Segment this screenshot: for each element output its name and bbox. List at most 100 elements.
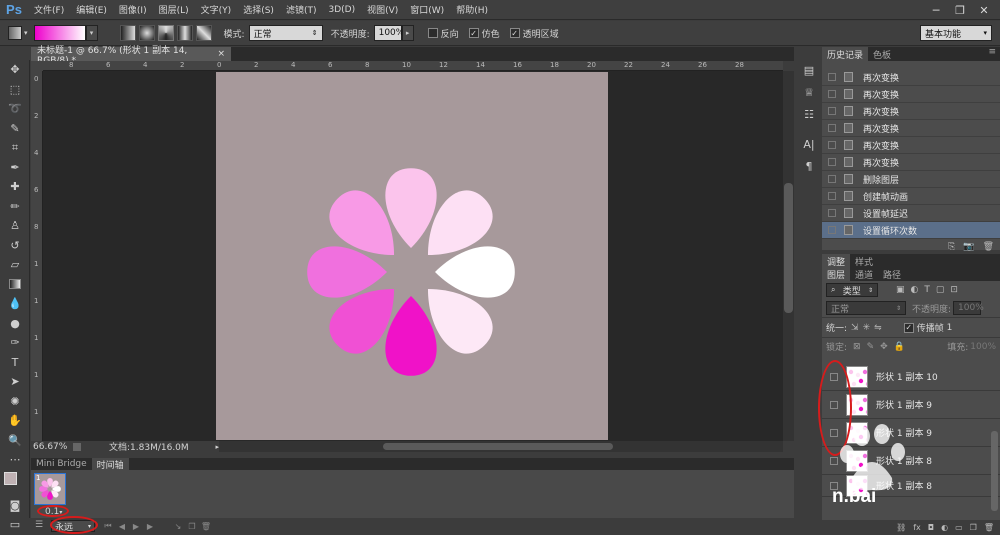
fill-value[interactable]: 100%: [970, 342, 996, 352]
next-frame-icon[interactable]: ▶: [143, 522, 157, 531]
menu-layer[interactable]: 图层(L): [153, 3, 195, 16]
reverse-checkbox[interactable]: 反向: [427, 27, 459, 40]
gradient-editor-swatch[interactable]: [33, 25, 86, 41]
blend-mode-select[interactable]: 正常 ⇕: [826, 301, 906, 315]
adjustment-filter-icon[interactable]: ◐: [911, 285, 919, 295]
history-item[interactable]: 再次变换: [822, 86, 1000, 103]
snapshot-camera-icon[interactable]: 📷: [963, 242, 974, 252]
play-icon[interactable]: ▶: [129, 522, 143, 531]
menu-image[interactable]: 图像(I): [113, 3, 153, 16]
restore-icon[interactable]: ❐: [948, 0, 972, 20]
menu-edit[interactable]: 编辑(E): [70, 3, 113, 16]
menu-3d[interactable]: 3D(D): [322, 5, 361, 15]
dither-checkbox[interactable]: ✓ 仿色: [468, 27, 500, 40]
history-item[interactable]: 设置帧延迟: [822, 205, 1000, 222]
tab-paths[interactable]: 路径: [878, 267, 906, 281]
menu-type[interactable]: 文字(Y): [195, 3, 238, 16]
horizontal-scroll-thumb[interactable]: [383, 443, 613, 450]
previous-frame-icon[interactable]: ◀: [115, 522, 129, 531]
layers-scrollbar[interactable]: [991, 431, 998, 511]
unify-position-icon[interactable]: ⇲: [851, 323, 859, 333]
brush-tool-icon[interactable]: ✏: [0, 197, 30, 217]
panel-menu-icon[interactable]: ≡: [988, 47, 1000, 61]
layer-filter-select[interactable]: ⌕ 类型 ⇕: [826, 283, 878, 297]
blur-tool-icon[interactable]: 💧: [0, 294, 30, 314]
menu-help[interactable]: 帮助(H): [450, 3, 494, 16]
properties-panel-icon[interactable]: ☷: [797, 103, 821, 125]
tab-layers[interactable]: 图层: [822, 267, 851, 281]
opacity-input[interactable]: 100%: [373, 25, 404, 41]
animation-frame[interactable]: 1: [34, 473, 66, 505]
shape-filter-icon[interactable]: ▢: [936, 285, 945, 295]
angle-gradient-button[interactable]: [157, 25, 174, 41]
chevron-right-icon[interactable]: ▸: [215, 443, 219, 451]
history-item[interactable]: 再次变换: [822, 120, 1000, 137]
minimize-icon[interactable]: ─: [924, 0, 948, 20]
tab-adjustments[interactable]: 调整: [822, 254, 851, 268]
eyedropper-tool-icon[interactable]: ✒: [0, 158, 30, 178]
opacity-slider-dropdown[interactable]: ▸: [401, 25, 414, 41]
document-tab[interactable]: 未标题-1 @ 66.7% (形状 1 副本 14, RGB/8) * ×: [31, 46, 231, 66]
radial-gradient-button[interactable]: [138, 25, 155, 41]
zoom-tool-icon[interactable]: 🔍: [0, 431, 30, 451]
adjustment-layer-icon[interactable]: ◐: [941, 523, 948, 532]
quick-mask-icon[interactable]: ◙: [0, 496, 30, 516]
tab-history[interactable]: 历史记录: [822, 47, 869, 61]
history-item[interactable]: 再次变换: [822, 69, 1000, 86]
history-item-selected[interactable]: 设置循环次数: [822, 222, 1000, 239]
unify-visibility-icon[interactable]: ✳: [863, 323, 871, 333]
clone-stamp-tool-icon[interactable]: ♙: [0, 216, 30, 236]
tab-channels[interactable]: 通道: [850, 267, 878, 281]
type-filter-icon[interactable]: T: [924, 285, 930, 295]
lock-transparent-icon[interactable]: ⊠: [853, 342, 861, 352]
timeline-menu-icon[interactable]: ☰: [35, 520, 43, 530]
gradient-picker-dropdown[interactable]: ▾: [85, 25, 98, 41]
eraser-tool-icon[interactable]: ▱: [0, 255, 30, 275]
move-tool-icon[interactable]: ✥: [0, 60, 30, 80]
workspace-select[interactable]: 基本功能 ▾: [920, 25, 992, 41]
brush-panel-icon[interactable]: ♕: [797, 81, 821, 103]
quick-select-tool-icon[interactable]: ✎: [0, 119, 30, 139]
gradient-tool-preset[interactable]: ▾: [8, 26, 28, 40]
hand-tool-icon[interactable]: ✋: [0, 411, 30, 431]
menu-file[interactable]: 文件(F): [28, 3, 70, 16]
delete-icon[interactable]: 🗑: [983, 242, 994, 252]
document-canvas[interactable]: [216, 72, 608, 440]
first-frame-icon[interactable]: ⏮: [101, 521, 115, 531]
more-tools-icon[interactable]: ⋯: [0, 450, 30, 470]
menu-select[interactable]: 选择(S): [237, 3, 280, 16]
menu-filter[interactable]: 滤镜(T): [280, 3, 323, 16]
tab-mini-bridge[interactable]: Mini Bridge: [31, 458, 92, 470]
tween-icon[interactable]: ↘: [171, 522, 185, 531]
tab-swatches[interactable]: 色板: [868, 47, 896, 61]
close-icon[interactable]: ×: [217, 49, 225, 59]
delete-icon[interactable]: 🗑: [984, 523, 994, 532]
zoom-level[interactable]: 66.67%: [33, 442, 67, 452]
tab-styles[interactable]: 样式: [850, 254, 878, 268]
new-layer-icon[interactable]: ❐: [970, 523, 977, 532]
unify-style-icon[interactable]: ⇋: [874, 323, 882, 333]
marquee-tool-icon[interactable]: ⬚: [0, 80, 30, 100]
vertical-scroll-thumb[interactable]: [784, 183, 793, 313]
crop-tool-icon[interactable]: ⌗: [0, 138, 30, 158]
lasso-tool-icon[interactable]: ➰: [0, 99, 30, 119]
linear-gradient-button[interactable]: [119, 25, 136, 41]
type-tool-icon[interactable]: T: [0, 353, 30, 373]
document-info[interactable]: 文档:1.83M/16.0M: [109, 440, 189, 453]
lock-position-icon[interactable]: ✥: [880, 342, 888, 352]
menu-view[interactable]: 视图(V): [361, 3, 404, 16]
dodge-tool-icon[interactable]: ●: [0, 314, 30, 334]
history-item[interactable]: 创建帧动画: [822, 188, 1000, 205]
delete-frame-icon[interactable]: 🗑: [199, 522, 213, 531]
histogram-panel-icon[interactable]: ▤: [797, 59, 821, 81]
group-icon[interactable]: ▭: [955, 523, 963, 532]
menu-window[interactable]: 窗口(W): [404, 3, 450, 16]
history-brush-tool-icon[interactable]: ↺: [0, 236, 30, 256]
smart-object-filter-icon[interactable]: ⊡: [950, 285, 958, 295]
character-panel-icon[interactable]: A|: [797, 133, 821, 155]
layer-opacity-input[interactable]: 100%: [953, 301, 984, 315]
foreground-color[interactable]: [4, 471, 17, 485]
close-icon[interactable]: ✕: [972, 0, 996, 20]
screen-mode-icon[interactable]: ▭: [0, 515, 30, 535]
pixel-filter-icon[interactable]: ▣: [896, 285, 905, 295]
